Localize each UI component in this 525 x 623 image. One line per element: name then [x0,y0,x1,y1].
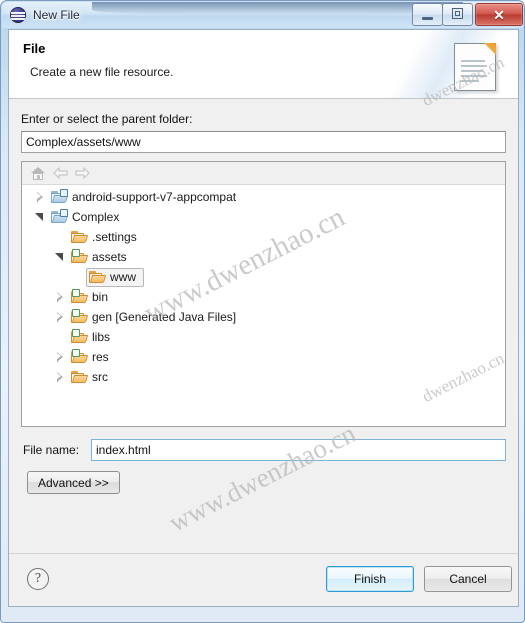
project-folder-icon [51,208,68,225]
folder-icon [89,270,106,285]
dialog-window: New File ✕ File Create a new file resour… [0,0,525,623]
tree-item-label: .settings [92,230,137,244]
forward-arrow-icon [74,167,90,179]
tree-item-content[interactable]: libs [68,328,118,347]
tree-item-label: assets [92,250,127,264]
close-icon: ✕ [493,6,505,23]
back-arrow-icon [52,167,68,179]
source-folder-icon [71,308,88,325]
new-file-document-icon [454,43,496,91]
expand-arrow-icon[interactable] [52,289,68,305]
tree-item[interactable]: .settings [22,227,505,247]
folder-icon [71,230,88,245]
project-folder-icon [51,188,68,205]
parent-folder-label: Enter or select the parent folder: [21,112,193,126]
back-button[interactable] [49,163,71,183]
source-folder-icon [71,288,88,305]
folder-tree[interactable]: android-support-v7-appcompat Complex .sett… [21,161,506,427]
tree-item[interactable]: assets [22,247,505,267]
tree-item-content[interactable]: Complex [48,208,127,227]
tree-item-content[interactable]: android-support-v7-appcompat [48,188,244,207]
maximize-button[interactable] [442,3,473,26]
collapse-arrow-icon[interactable] [32,209,48,225]
filename-label: File name: [23,443,80,457]
expand-arrow-icon[interactable] [52,309,68,325]
expand-arrow-icon[interactable] [52,349,68,365]
minimize-button[interactable] [412,3,443,26]
tree-item[interactable]: android-support-v7-appcompat [22,187,505,207]
close-button[interactable]: ✕ [475,3,523,26]
wizard-banner: File Create a new file resource. [9,30,518,99]
parent-folder-input[interactable] [21,131,506,153]
home-button[interactable] [27,163,49,183]
maximize-icon [452,8,463,19]
expand-arrow-icon[interactable] [52,369,68,385]
cancel-button[interactable]: Cancel [424,566,512,592]
advanced-button[interactable]: Advanced >> [27,471,120,494]
tree-item-label: bin [92,290,109,304]
tree-item[interactable]: src [22,367,505,387]
tree-item-label: res [92,350,109,364]
window-title: New File [33,8,80,22]
tree-item[interactable]: res [22,347,505,367]
tree-item-content[interactable]: src [68,368,116,387]
tree-item-label: src [92,370,108,384]
tree-item[interactable]: bin [22,287,505,307]
home-icon [31,166,45,180]
dialog-client-area: File Create a new file resource. Enter o… [8,29,519,607]
tree-item-content[interactable]: gen [Generated Java Files] [68,308,244,327]
tree-item-label: libs [92,330,111,344]
source-folder-icon [71,248,88,265]
tree-item-label: Complex [72,210,120,224]
tree-item[interactable]: libs [22,327,505,347]
finish-button[interactable]: Finish [326,566,414,592]
minimize-icon [422,17,433,20]
page-description: Create a new file resource. [30,65,174,79]
filename-input[interactable] [91,439,506,461]
tree-item-content[interactable]: .settings [68,228,145,247]
page-title: File [23,41,46,56]
tree-item[interactable]: Complex [22,207,505,227]
tree-item-label: www [110,270,136,284]
forward-button[interactable] [71,163,93,183]
tree-item-content[interactable]: assets [68,248,135,267]
expand-arrow-icon[interactable] [32,189,48,205]
help-button[interactable]: ? [27,568,49,590]
dialog-content: Enter or select the parent folder: Compl… [9,99,518,554]
dialog-footer: ? Finish Cancel [9,553,518,606]
eclipse-circle-icon [10,7,26,23]
source-folder-icon [71,328,88,345]
filename-row: File name: [9,439,518,463]
tree-item-label: android-support-v7-appcompat [72,190,237,204]
tree-item[interactable]: www [22,267,505,287]
tree-item-content[interactable]: bin [68,288,116,307]
tree-item-content[interactable]: res [68,348,117,367]
collapse-arrow-icon[interactable] [52,249,68,265]
folder-icon [71,370,88,385]
window-controls: ✕ [412,3,523,26]
tree-item-label: gen [Generated Java Files] [92,310,237,324]
title-bar: New File ✕ [1,1,525,29]
tree-item-content[interactable]: www [86,267,144,287]
tree-item-list: android-support-v7-appcompat Complex .sett… [22,184,505,426]
source-folder-icon [71,348,88,365]
tree-toolbar [22,162,505,185]
tree-item[interactable]: gen [Generated Java Files] [22,307,505,327]
